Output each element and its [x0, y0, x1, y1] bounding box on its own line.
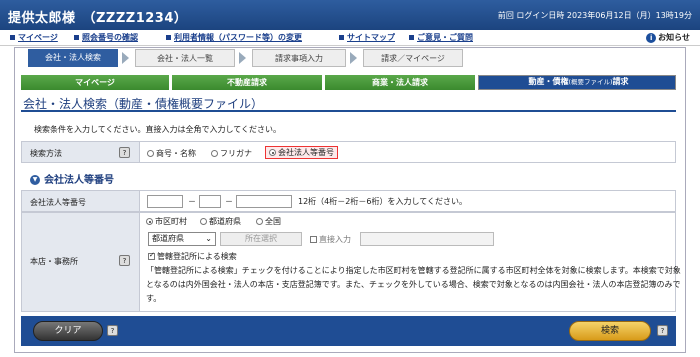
- search-button[interactable]: 検索: [569, 321, 651, 341]
- checkbox-icon: [310, 236, 317, 243]
- bullet-icon: [339, 35, 344, 40]
- page-title-bar: 会社・法人検索（動産・債権概要ファイル）: [21, 92, 676, 112]
- corp-number-label: 会社法人等番号: [30, 198, 86, 207]
- corp-number-field-2[interactable]: [199, 195, 221, 208]
- step-arrow-icon: [239, 52, 246, 64]
- instruction-text: 検索条件を入力してください。直接入力は全角で入力してください。: [34, 125, 282, 134]
- link-reference-number[interactable]: 照会番号の確認: [74, 32, 138, 43]
- corp-number-row: 会社法人等番号 － － 12桁（4桁－2桁－6桁）を入力してください。: [21, 190, 676, 212]
- tab-movable[interactable]: 動産・債権(概要ファイル)請求: [478, 75, 676, 90]
- corp-number-hint: 12桁（4桁－2桁－6桁）を入力してください。: [298, 197, 467, 206]
- scope-city[interactable]: 市区町村: [146, 216, 187, 227]
- step-input: 請求事項入力: [252, 49, 346, 67]
- corp-number-field-1[interactable]: [147, 195, 183, 208]
- radio-icon: [200, 218, 207, 225]
- separator: －: [188, 197, 196, 206]
- option-corp-number[interactable]: 会社法人等番号: [265, 146, 338, 159]
- tab-commercial[interactable]: 商業・法人請求: [325, 75, 475, 90]
- office-label: 本店・事務所: [30, 257, 78, 266]
- jurisdiction-checkbox[interactable]: 管轄登記所による検索: [148, 251, 237, 262]
- search-method-label: 検索方法: [30, 149, 62, 158]
- notice-link[interactable]: i お知らせ: [646, 32, 690, 43]
- user-name: 提供太郎様 （ZZZZ1234）: [8, 11, 188, 26]
- direct-input-checkbox[interactable]: 直接入力: [310, 234, 351, 245]
- prefecture-select[interactable]: 都道府県 ⌄: [148, 232, 216, 246]
- last-login: 前回 ログイン日時 2023年06月12日（月）13時19分: [497, 11, 692, 20]
- section-heading: ▼ 会社法人等番号: [30, 171, 114, 186]
- chevron-down-icon: ▼: [30, 175, 40, 185]
- corp-number-field-3[interactable]: [236, 195, 292, 208]
- step-arrow-icon: [350, 52, 357, 64]
- tab-realestate[interactable]: 不動産請求: [172, 75, 322, 90]
- action-footer: クリア ? 検索 ?: [21, 316, 676, 346]
- step-search: 会社・法人検索: [28, 49, 118, 67]
- chevron-down-icon: ⌄: [205, 234, 212, 243]
- corp-number-label-cell: 会社法人等番号: [22, 191, 140, 211]
- page-title: 会社・法人検索（動産・債権概要ファイル）: [23, 97, 264, 111]
- option-furigana[interactable]: フリガナ: [211, 148, 252, 159]
- search-method-help-icon[interactable]: ?: [119, 147, 130, 158]
- info-icon: i: [646, 32, 657, 43]
- step-list: 会社・法人一覧: [135, 49, 235, 67]
- location-select-button[interactable]: 所在選択: [220, 232, 302, 246]
- link-user-info[interactable]: 利用者情報（パスワード等）の変更: [166, 32, 302, 43]
- link-mypage[interactable]: マイページ: [10, 32, 58, 43]
- bullet-icon: [409, 35, 414, 40]
- scope-nationwide[interactable]: 全国: [256, 216, 281, 227]
- scope-prefecture[interactable]: 都道府県: [200, 216, 241, 227]
- jurisdiction-description: 「管轄登記所による検索」チェックを付けることにより指定した市区町村を管轄する登記…: [146, 266, 681, 303]
- bullet-icon: [166, 35, 171, 40]
- top-bar: 提供太郎様 （ZZZZ1234） 前回 ログイン日時 2023年06月12日（月…: [0, 0, 700, 30]
- tab-mypage[interactable]: マイページ: [21, 75, 169, 90]
- bullet-icon: [74, 35, 79, 40]
- link-bar: マイページ 照会番号の確認 利用者情報（パスワード等）の変更 サイトマップ ご意…: [0, 30, 700, 46]
- radio-icon: [256, 218, 263, 225]
- separator: －: [225, 197, 233, 206]
- radio-icon: [147, 150, 154, 157]
- link-sitemap[interactable]: サイトマップ: [339, 32, 395, 43]
- clear-button[interactable]: クリア: [33, 321, 103, 341]
- step-arrow-icon: [122, 52, 129, 64]
- office-help-icon[interactable]: ?: [119, 255, 130, 266]
- link-feedback[interactable]: ご意見・ご質問: [409, 32, 473, 43]
- radio-selected-icon: [146, 218, 153, 225]
- search-method-row: 検索方法 ? 商号・名称 フリガナ 会社法人等番号: [21, 141, 676, 163]
- radio-selected-icon: [269, 149, 276, 156]
- main-tabs: マイページ 不動産請求 商業・法人請求 動産・債権(概要ファイル)請求: [21, 75, 676, 90]
- step-request: 請求／マイページ: [363, 49, 463, 67]
- option-trade-name[interactable]: 商号・名称: [147, 148, 196, 159]
- radio-icon: [211, 150, 218, 157]
- clear-help-icon[interactable]: ?: [107, 325, 118, 336]
- search-help-icon[interactable]: ?: [657, 325, 668, 336]
- bullet-icon: [10, 35, 15, 40]
- direct-input-field[interactable]: [360, 232, 494, 246]
- checkbox-checked-icon: [148, 251, 155, 260]
